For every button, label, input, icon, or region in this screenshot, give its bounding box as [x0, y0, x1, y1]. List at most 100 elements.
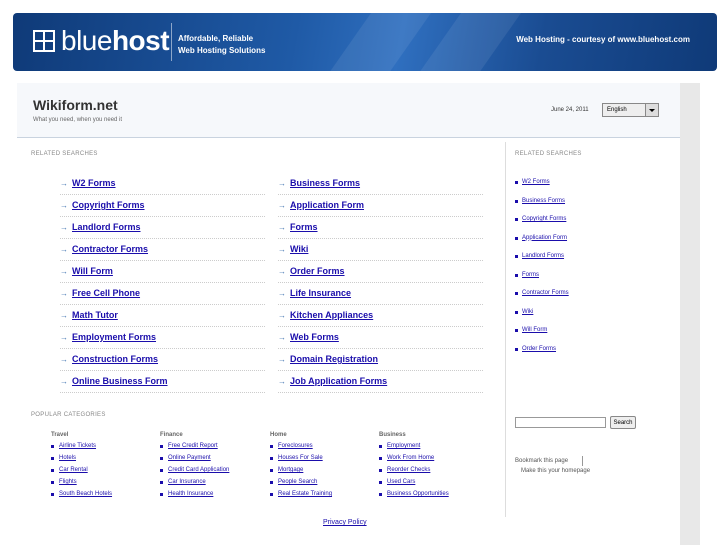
popular-category-link[interactable]: Car Rental — [59, 467, 88, 473]
related-search-item[interactable]: → Wiki — [278, 238, 483, 261]
related-search-link[interactable]: Online Business Form — [72, 376, 168, 386]
popular-category-item[interactable]: Real Estate Training — [270, 491, 332, 503]
popular-category-item[interactable]: Online Payment — [160, 455, 211, 467]
related-search-item[interactable]: → Forms — [278, 216, 483, 239]
popular-category-link[interactable]: Reorder Checks — [387, 467, 430, 473]
related-search-item[interactable]: → W2 Forms — [60, 172, 265, 195]
popular-category-item[interactable]: Employment — [379, 443, 420, 455]
popular-category-item[interactable]: South Beach Hotels — [51, 491, 112, 503]
related-search-item[interactable]: → Web Forms — [278, 326, 483, 349]
arrow-right-icon: → — [60, 311, 68, 320]
popular-category-item[interactable]: Mortgage — [270, 467, 303, 479]
sidebar-related-link[interactable]: Copyright Forms — [522, 216, 566, 222]
related-search-link[interactable]: Job Application Forms — [290, 376, 387, 386]
popular-category-link[interactable]: Hotels — [59, 455, 76, 461]
related-search-link[interactable]: W2 Forms — [72, 178, 116, 188]
sidebar-related-link[interactable]: Contractor Forms — [522, 290, 569, 296]
popular-category-item[interactable]: Used Cars — [379, 479, 415, 491]
sidebar-related-link[interactable]: Wiki — [522, 309, 533, 315]
chevron-down-icon[interactable] — [645, 104, 658, 116]
related-search-link[interactable]: Construction Forms — [72, 354, 158, 364]
related-search-item[interactable]: → Job Application Forms — [278, 370, 483, 393]
related-search-item[interactable]: → Application Form — [278, 194, 483, 217]
related-search-item[interactable]: → Kitchen Appliances — [278, 304, 483, 327]
related-search-item[interactable]: → Contractor Forms — [60, 238, 265, 261]
search-button[interactable]: Search — [610, 416, 636, 429]
popular-category-item[interactable]: Health Insurance — [160, 491, 213, 503]
popular-category-item[interactable]: Flights — [51, 479, 77, 491]
popular-category-item[interactable]: Business Opportunities — [379, 491, 449, 503]
popular-category-item[interactable]: Hotels — [51, 455, 76, 467]
popular-category-link[interactable]: Car Insurance — [168, 479, 206, 485]
bluehost-banner[interactable]: bluehost Affordable, Reliable Web Hostin… — [13, 13, 717, 71]
sidebar-related-link[interactable]: Will Form — [522, 327, 547, 333]
related-search-link[interactable]: Employment Forms — [72, 332, 156, 342]
popular-category-item[interactable]: Foreclosures — [270, 443, 313, 455]
related-search-link[interactable]: Copyright Forms — [72, 200, 145, 210]
homepage-link[interactable]: Make this your homepage — [521, 468, 590, 474]
related-search-link[interactable]: Web Forms — [290, 332, 339, 342]
related-search-item[interactable]: → Order Forms — [278, 260, 483, 283]
related-search-item[interactable]: → Employment Forms — [60, 326, 265, 349]
related-search-item[interactable]: → Business Forms — [278, 172, 483, 195]
popular-category-item[interactable]: Airline Tickets — [51, 443, 96, 455]
popular-category-link[interactable]: Business Opportunities — [387, 491, 449, 497]
bookmark-link[interactable]: Bookmark this page — [515, 458, 568, 464]
popular-category-item[interactable]: Houses For Sale — [270, 455, 323, 467]
popular-category-link[interactable]: Houses For Sale — [278, 455, 323, 461]
search-input[interactable] — [515, 417, 606, 428]
privacy-policy-link[interactable]: Privacy Policy — [323, 519, 367, 526]
related-search-item[interactable]: → Domain Registration — [278, 348, 483, 371]
popular-category-link[interactable]: Real Estate Training — [278, 491, 332, 497]
popular-category-item[interactable]: Work From Home — [379, 455, 434, 467]
sidebar-related-link[interactable]: Business Forms — [522, 198, 565, 204]
sidebar-related-link[interactable]: Application Form — [522, 235, 567, 241]
popular-category-item[interactable]: Car Rental — [51, 467, 88, 479]
popular-category-item[interactable]: Credit Card Application — [160, 467, 229, 479]
sidebar-related-link[interactable]: Forms — [522, 272, 539, 278]
popular-category-link[interactable]: People Search — [278, 479, 317, 485]
popular-category-link[interactable]: Work From Home — [387, 455, 434, 461]
popular-category-link[interactable]: Airline Tickets — [59, 443, 96, 449]
popular-category-link[interactable]: Flights — [59, 479, 77, 485]
popular-category-link[interactable]: Mortgage — [278, 467, 303, 473]
related-search-link[interactable]: Domain Registration — [290, 354, 378, 364]
related-search-item[interactable]: → Construction Forms — [60, 348, 265, 371]
popular-category-item[interactable]: Free Credit Report — [160, 443, 218, 455]
sidebar-related-link[interactable]: Order Forms — [522, 346, 556, 352]
related-search-item[interactable]: → Copyright Forms — [60, 194, 265, 217]
popular-category-link[interactable]: South Beach Hotels — [59, 491, 112, 497]
popular-category-link[interactable]: Employment — [387, 443, 420, 449]
banner-tagline: Affordable, Reliable Web Hosting Solutio… — [178, 34, 266, 55]
related-search-link[interactable]: Free Cell Phone — [72, 288, 140, 298]
related-search-link[interactable]: Math Tutor — [72, 310, 118, 320]
popular-category-link[interactable]: Credit Card Application — [168, 467, 229, 473]
popular-category-item[interactable]: Reorder Checks — [379, 467, 430, 479]
related-search-item[interactable]: → Will Form — [60, 260, 265, 283]
related-search-item[interactable]: → Life Insurance — [278, 282, 483, 305]
related-search-link[interactable]: Kitchen Appliances — [290, 310, 373, 320]
popular-category-link[interactable]: Health Insurance — [168, 491, 213, 497]
language-select[interactable]: English — [602, 103, 659, 117]
related-search-item[interactable]: → Landlord Forms — [60, 216, 265, 239]
related-search-link[interactable]: Business Forms — [290, 178, 360, 188]
related-search-link[interactable]: Life Insurance — [290, 288, 351, 298]
related-search-link[interactable]: Application Form — [290, 200, 364, 210]
sidebar-related-link[interactable]: Landlord Forms — [522, 253, 564, 259]
related-search-link[interactable]: Forms — [290, 222, 318, 232]
related-search-item[interactable]: → Free Cell Phone — [60, 282, 265, 305]
related-search-link[interactable]: Landlord Forms — [72, 222, 141, 232]
popular-category-link[interactable]: Foreclosures — [278, 443, 313, 449]
related-search-link[interactable]: Order Forms — [290, 266, 345, 276]
related-search-item[interactable]: → Math Tutor — [60, 304, 265, 327]
related-search-link[interactable]: Contractor Forms — [72, 244, 148, 254]
popular-category-item[interactable]: People Search — [270, 479, 317, 491]
popular-category-link[interactable]: Online Payment — [168, 455, 211, 461]
related-search-item[interactable]: → Online Business Form — [60, 370, 265, 393]
sidebar-related-link[interactable]: W2 Forms — [522, 179, 550, 185]
popular-category-item[interactable]: Car Insurance — [160, 479, 206, 491]
related-search-link[interactable]: Wiki — [290, 244, 308, 254]
related-search-link[interactable]: Will Form — [72, 266, 113, 276]
popular-category-link[interactable]: Used Cars — [387, 479, 415, 485]
popular-category-link[interactable]: Free Credit Report — [168, 443, 218, 449]
